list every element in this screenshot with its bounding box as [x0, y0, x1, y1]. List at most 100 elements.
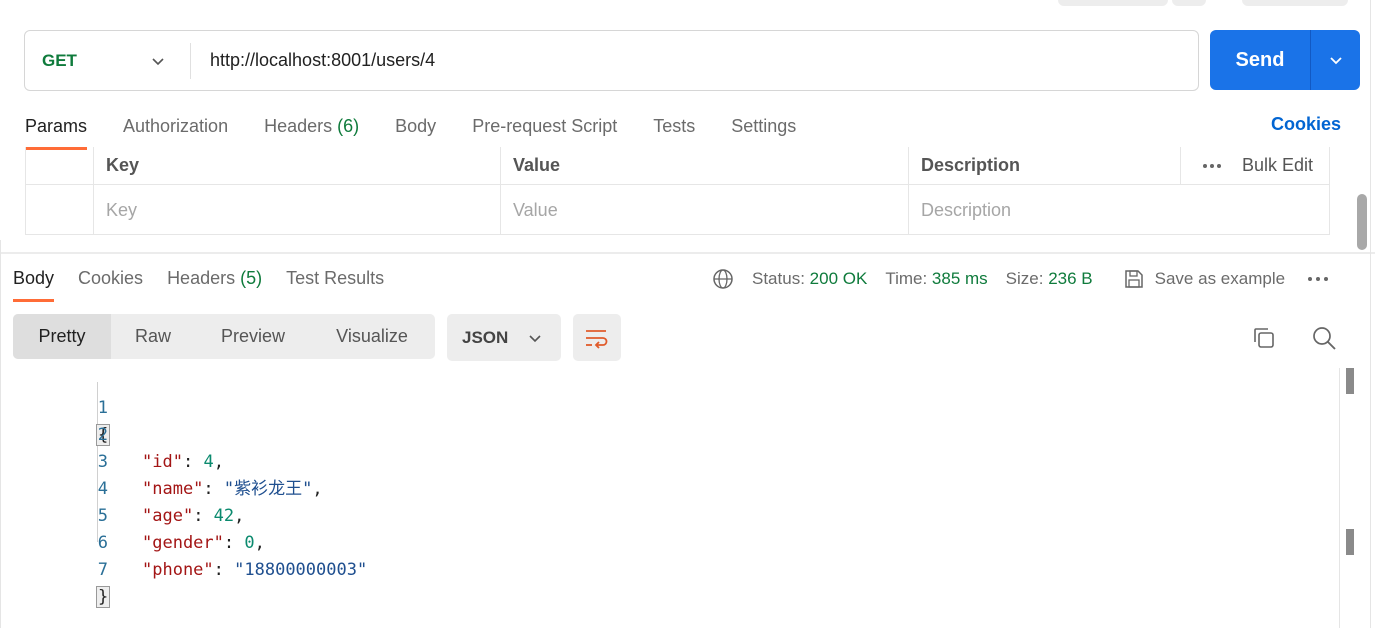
url-input[interactable] [191, 42, 1198, 79]
tab-response-body[interactable]: Body [13, 264, 55, 302]
send-options-button[interactable] [1311, 52, 1360, 68]
request-bar: GET [24, 30, 1199, 91]
chevron-down-icon [529, 334, 541, 342]
response-tabs: Body Cookies Headers (5) Test Results [13, 264, 384, 302]
view-visualize[interactable]: Visualize [311, 314, 433, 359]
chevron-down-icon [152, 57, 164, 65]
search-icon[interactable] [1311, 325, 1337, 351]
bulk-edit-link[interactable]: Bulk Edit [1242, 155, 1313, 176]
view-mode-segmented: Pretty Raw Preview Visualize [13, 314, 435, 359]
cookies-link[interactable]: Cookies [1271, 114, 1341, 135]
params-value-input[interactable]: Value [501, 185, 909, 235]
time-value[interactable]: 385 ms [932, 269, 988, 289]
json-value: 4 [203, 452, 214, 472]
code-line: 5 "gender": 0, [0, 476, 265, 553]
params-value-header: Value [501, 147, 909, 184]
view-pretty[interactable]: Pretty [13, 314, 111, 359]
params-row-checkbox [26, 185, 94, 235]
request-tabs: Params Authorization Headers (6) Body Pr… [25, 112, 796, 150]
params-key-header: Key [94, 147, 501, 184]
line-number: 4 [97, 479, 108, 499]
code-line: 6 "phone": "18800000003" [0, 503, 368, 580]
tab-pre-request-script[interactable]: Pre-request Script [472, 112, 617, 150]
code-line: 3 "name": "紫衫龙王", [0, 422, 323, 499]
line-number: 1 [97, 398, 108, 418]
line-number: 7 [97, 560, 108, 580]
tab-headers-count: (6) [337, 116, 360, 136]
format-dropdown[interactable]: JSON [447, 314, 561, 361]
pane-divider[interactable] [0, 252, 1375, 254]
time-label: Time: [885, 269, 928, 288]
tab-response-headers[interactable]: Headers (5) [167, 264, 262, 302]
status-value[interactable]: 200 OK [810, 269, 868, 289]
json-key: "gender" [142, 533, 224, 553]
save-icon [1124, 270, 1143, 288]
more-horizontal-icon[interactable] [1307, 276, 1329, 282]
json-key: "age" [142, 506, 194, 526]
params-table: Key Value Description Bulk Edit Key Valu… [25, 147, 1330, 235]
response-meta: Status: 200 OK Time: 385 ms Size: 236 B … [712, 265, 1329, 293]
toolbar-remnant-left [1058, 0, 1168, 6]
format-label: JSON [462, 327, 509, 347]
status-label: Status: [752, 269, 805, 288]
editor-scroll-marker-top[interactable] [1346, 368, 1354, 394]
globe-icon[interactable] [712, 268, 734, 290]
json-value: 0 [244, 533, 255, 553]
json-value: "18800000003" [234, 560, 368, 580]
line-number: 5 [97, 506, 108, 526]
json-value: 42 [213, 506, 235, 526]
size-label: Size: [1005, 269, 1044, 288]
view-raw[interactable]: Raw [111, 314, 195, 359]
tab-response-headers-count: (5) [240, 268, 263, 288]
params-description-input[interactable]: Description [909, 185, 1329, 235]
json-key: "id" [142, 452, 183, 472]
json-value: "紫衫龙王" [223, 479, 313, 499]
tab-body[interactable]: Body [395, 112, 436, 150]
params-empty-row: Key Value Description [26, 185, 1329, 235]
json-key: "name" [142, 479, 204, 499]
response-body-editor[interactable]: 1 { 2 "id": 4, 3 "name": "紫衫龙王", 4 "age"… [0, 368, 1340, 628]
send-button[interactable]: Send [1210, 30, 1360, 90]
line-number: 3 [97, 452, 108, 472]
window-border-right [1370, 0, 1371, 628]
tab-headers[interactable]: Headers (6) [264, 112, 359, 150]
window-border-left [0, 240, 1, 628]
save-example-button[interactable]: Save as example [1123, 268, 1285, 290]
code-line: 7 } [0, 530, 111, 608]
tab-headers-label: Headers [264, 116, 333, 136]
save-example-label: Save as example [1154, 269, 1286, 288]
wrap-lines-icon [586, 329, 608, 349]
tab-params[interactable]: Params [25, 112, 88, 150]
params-checkbox-header [26, 147, 94, 184]
line-number: 6 [97, 533, 108, 553]
params-actions-header: Bulk Edit [1181, 147, 1329, 184]
line-number: 2 [97, 425, 108, 445]
params-header-row: Key Value Description Bulk Edit [26, 147, 1329, 185]
tab-test-results[interactable]: Test Results [286, 264, 384, 302]
view-preview[interactable]: Preview [195, 314, 311, 359]
size-value[interactable]: 236 B [1048, 269, 1092, 289]
editor-scroll-marker-bottom[interactable] [1346, 529, 1354, 555]
method-label: GET [42, 50, 77, 70]
request-scrollbar[interactable] [1357, 194, 1367, 250]
json-key: "phone" [142, 560, 214, 580]
code-line: 1 { [0, 368, 111, 446]
close-brace: } [96, 586, 111, 608]
code-line: 4 "age": 42, [0, 449, 245, 526]
wrap-lines-button[interactable] [573, 314, 621, 361]
tab-tests[interactable]: Tests [653, 112, 695, 150]
tab-response-cookies[interactable]: Cookies [78, 264, 143, 302]
send-label: Send [1235, 48, 1285, 71]
method-select[interactable]: GET [25, 42, 191, 79]
copy-icon[interactable] [1251, 325, 1277, 351]
params-key-input[interactable]: Key [94, 185, 501, 235]
toolbar-remnant-mid [1172, 0, 1206, 6]
more-horizontal-icon[interactable] [1202, 163, 1222, 169]
tab-authorization[interactable]: Authorization [123, 112, 228, 150]
code-line: 2 "id": 4, [0, 395, 224, 472]
params-description-header: Description [909, 147, 1181, 184]
editor-scrollbar-track [1339, 368, 1340, 628]
tab-settings[interactable]: Settings [731, 112, 796, 150]
tab-response-headers-label: Headers [167, 268, 236, 288]
toolbar-remnant-right [1242, 0, 1348, 6]
